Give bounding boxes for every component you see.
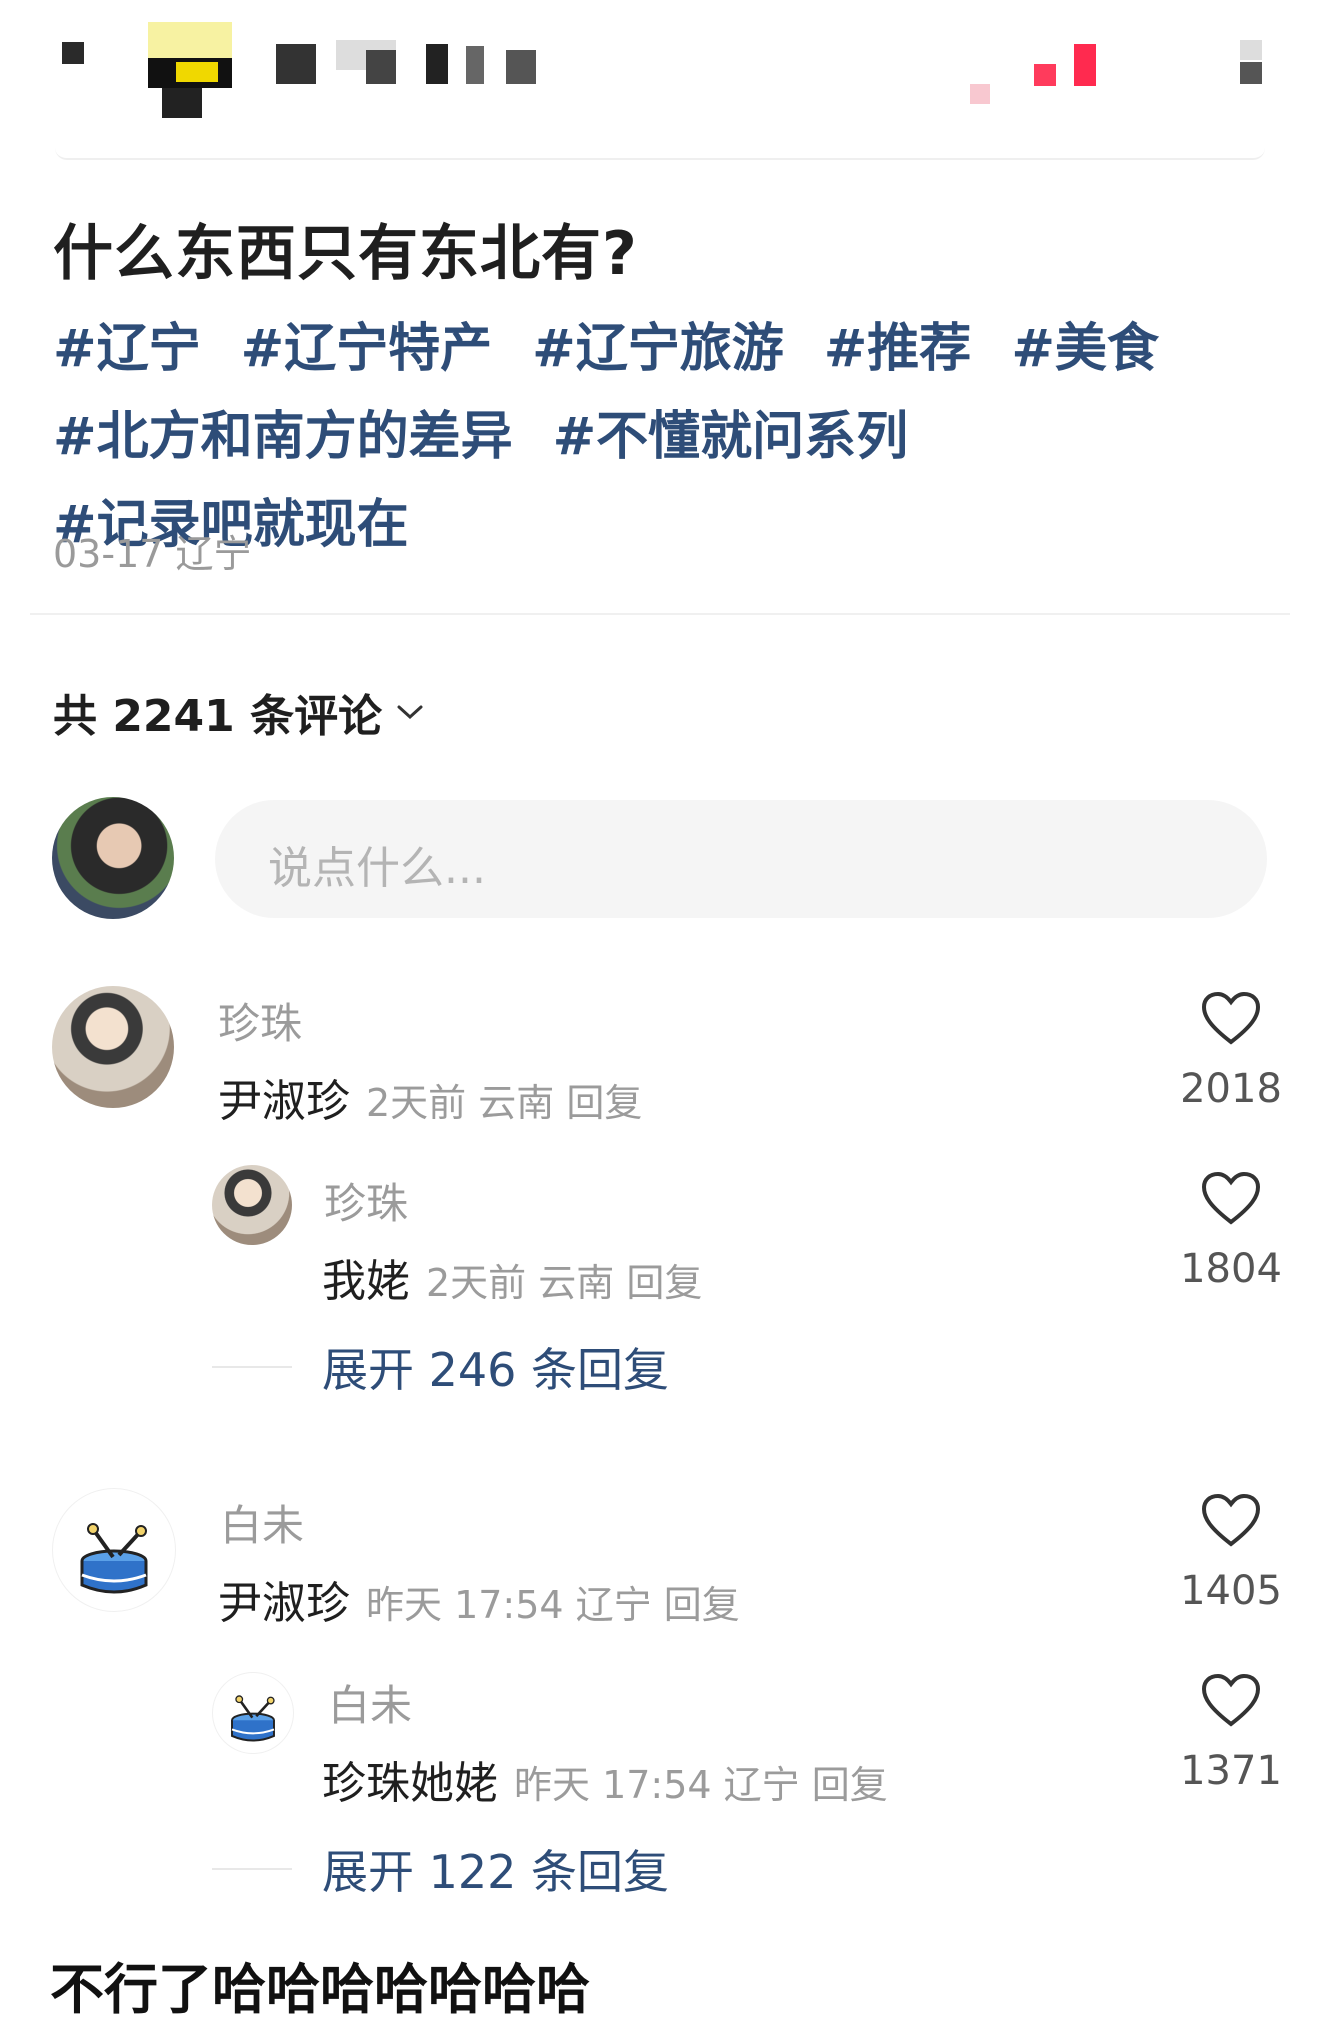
author-name-blurred[interactable] <box>276 40 546 84</box>
drum-icon <box>80 1523 148 1594</box>
heart-icon[interactable] <box>1200 990 1262 1046</box>
like-count: 1405 <box>1180 1568 1282 1614</box>
tag[interactable]: #辽宁特产 <box>241 319 493 379</box>
share-icon[interactable] <box>1240 40 1262 84</box>
post-title: 什么东西只有东北有? <box>53 219 638 289</box>
my-avatar[interactable] <box>52 797 174 919</box>
comment-count-sort[interactable]: 共 2241 条评论 <box>53 680 424 744</box>
like-count: 2018 <box>1180 1066 1282 1112</box>
comment-count-label: 共 2241 条评论 <box>53 691 383 742</box>
drum-icon <box>231 1695 275 1742</box>
commenter-avatar[interactable] <box>52 986 174 1108</box>
tag[interactable]: #辽宁 <box>53 319 201 379</box>
divider <box>30 613 1290 615</box>
commenter-name[interactable]: 白未 <box>220 1492 304 1553</box>
commenter-name[interactable]: 珍珠 <box>218 990 302 1051</box>
expand-divider <box>212 1868 292 1870</box>
tag[interactable]: #推荐 <box>824 319 972 379</box>
follow-button[interactable] <box>970 40 1130 110</box>
like-count: 1804 <box>1180 1246 1282 1292</box>
comment-body: 尹淑珍 <box>218 1076 350 1127</box>
tag[interactable]: #不懂就问系列 <box>553 407 909 467</box>
back-icon[interactable] <box>62 42 84 64</box>
chevron-down-icon <box>397 705 423 720</box>
reply-body: 珍珠她姥 <box>322 1758 498 1809</box>
expand-divider <box>212 1366 292 1368</box>
comment-meta[interactable]: 2天前 云南 回复 <box>366 1081 642 1125</box>
tag[interactable]: #北方和南方的差异 <box>53 407 513 467</box>
expand-replies-button[interactable]: 展开 122 条回复 <box>322 1836 669 1902</box>
heart-icon[interactable] <box>1200 1170 1262 1226</box>
reply-body: 我姥 <box>322 1256 410 1307</box>
comment-body: 尹淑珍 <box>218 1578 350 1629</box>
heart-icon[interactable] <box>1200 1672 1262 1728</box>
tag[interactable]: #美食 <box>1011 319 1159 379</box>
like-count: 1371 <box>1180 1748 1282 1794</box>
heart-icon[interactable] <box>1200 1492 1262 1548</box>
reply-meta[interactable]: 昨天 17:54 辽宁 回复 <box>514 1763 888 1807</box>
post-date-location: 03-17 辽宁 <box>53 532 252 576</box>
drum-avatar[interactable] <box>52 1488 176 1612</box>
caption-text: 不行了哈哈哈哈哈哈哈 <box>50 1958 590 2021</box>
author-avatar[interactable] <box>148 22 232 122</box>
tag[interactable]: #辽宁旅游 <box>532 319 784 379</box>
reply-name[interactable]: 白未 <box>328 1672 412 1733</box>
image-card-edge <box>55 148 1265 160</box>
reply-name[interactable]: 珍珠 <box>324 1170 408 1231</box>
comment-text[interactable]: 尹淑珍 2天前 云南 回复 <box>218 1065 642 1129</box>
comment-input-placeholder: 说点什么... <box>268 843 486 894</box>
top-header-bar <box>0 0 1320 150</box>
reply-meta[interactable]: 2天前 云南 回复 <box>426 1261 702 1305</box>
expand-replies-button[interactable]: 展开 246 条回复 <box>322 1334 669 1400</box>
reply-text[interactable]: 我姥 2天前 云南 回复 <box>322 1245 702 1309</box>
comment-text[interactable]: 尹淑珍 昨天 17:54 辽宁 回复 <box>218 1567 740 1631</box>
reply-text[interactable]: 珍珠她姥 昨天 17:54 辽宁 回复 <box>322 1747 888 1811</box>
comment-meta[interactable]: 昨天 17:54 辽宁 回复 <box>366 1583 740 1627</box>
drum-avatar[interactable] <box>212 1672 294 1754</box>
reply-avatar[interactable] <box>212 1165 292 1245</box>
